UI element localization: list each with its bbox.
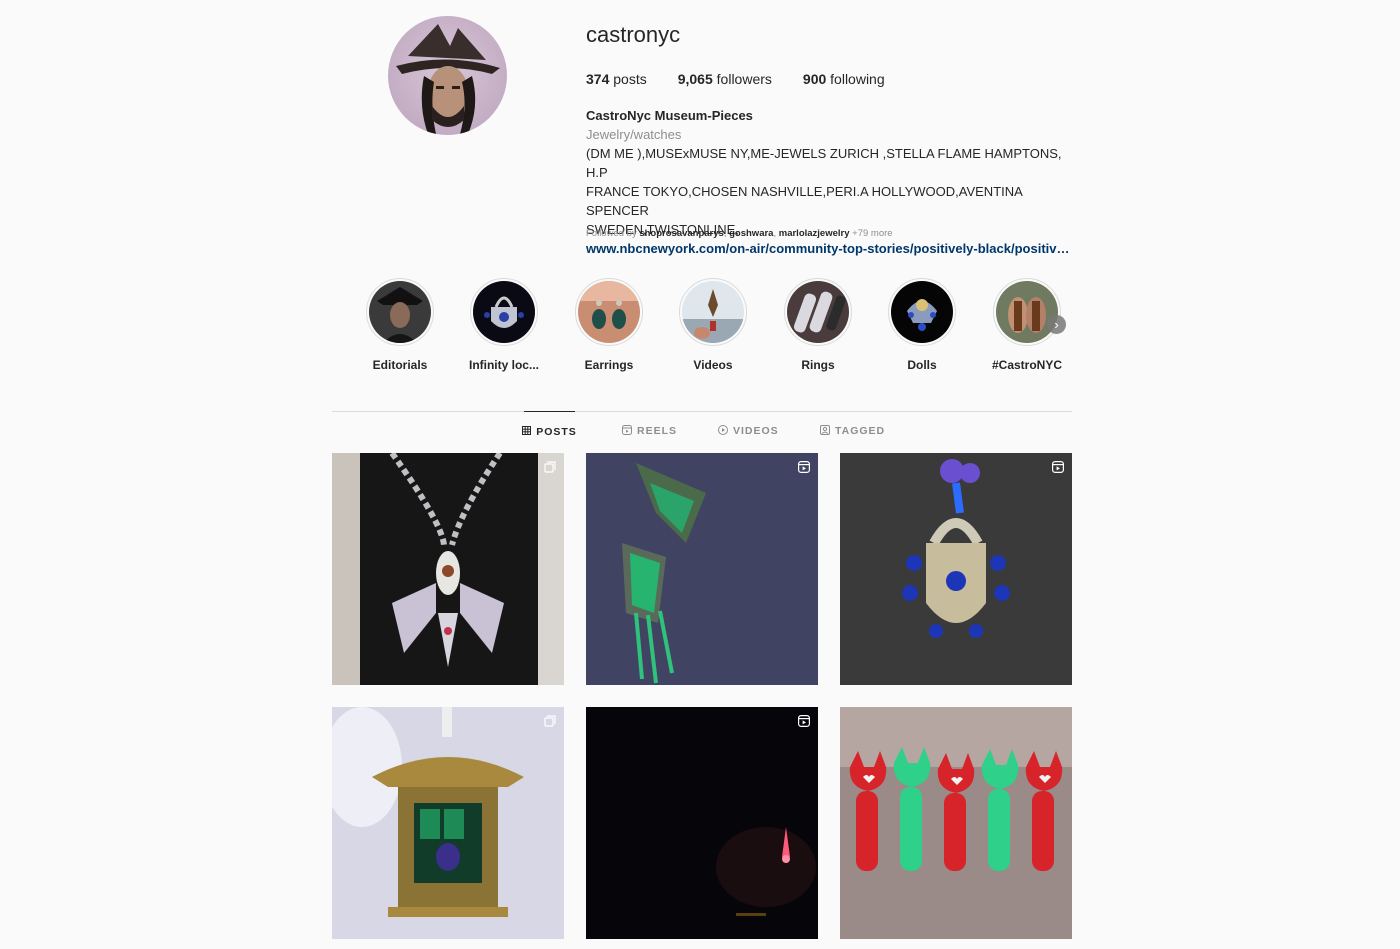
enamel-cats-image bbox=[840, 707, 1072, 939]
post-thumbnail[interactable] bbox=[332, 707, 564, 939]
profile-stats: 374 posts 9,065 followers 900 following bbox=[586, 71, 885, 87]
highlight-dolls[interactable]: Dolls bbox=[872, 278, 972, 372]
chevron-right-icon[interactable]: › bbox=[1047, 315, 1066, 334]
followed-by-user[interactable]: marlolazjewelry bbox=[779, 228, 850, 239]
necklace-image bbox=[332, 453, 564, 685]
highlight-label: Infinity loc... bbox=[468, 358, 539, 372]
highlight-thumbnail bbox=[473, 281, 535, 343]
posts-stat: 374 posts bbox=[586, 71, 647, 87]
tab-tagged[interactable]: TAGGED bbox=[820, 411, 885, 451]
highlight-thumbnail bbox=[891, 281, 953, 343]
highlight-label: Dolls bbox=[907, 358, 937, 372]
carousel-icon bbox=[544, 715, 556, 727]
post-thumbnail[interactable] bbox=[840, 707, 1072, 939]
followers-stat[interactable]: 9,065 followers bbox=[678, 71, 772, 87]
tab-label: POSTS bbox=[536, 426, 577, 438]
pagoda-pendant-image bbox=[332, 707, 564, 939]
highlight-thumbnail bbox=[996, 281, 1058, 343]
avatar-portrait-image bbox=[396, 24, 500, 134]
profile-avatar[interactable] bbox=[388, 16, 507, 135]
profile-tabs: POSTS REELS VIDEOS TAGGED bbox=[332, 411, 1072, 451]
tab-label: VIDEOS bbox=[733, 425, 779, 437]
highlight-videos[interactable]: Videos bbox=[663, 278, 763, 372]
followed-by-prefix: Followed by bbox=[586, 228, 637, 239]
post-thumbnail[interactable] bbox=[332, 453, 564, 685]
bio-category: Jewelry/watches bbox=[586, 127, 682, 142]
highlight-thumbnail bbox=[682, 281, 744, 343]
following-stat[interactable]: 900 following bbox=[803, 71, 885, 87]
post-thumbnail[interactable] bbox=[586, 453, 818, 685]
carousel-icon bbox=[544, 461, 556, 473]
highlight-label: Editorials bbox=[372, 358, 428, 372]
highlight-label: #CastroNYC bbox=[991, 358, 1063, 372]
tag-icon bbox=[820, 424, 830, 438]
highlight-label: Earrings bbox=[584, 358, 634, 372]
reels-icon bbox=[1052, 461, 1064, 473]
profile-username: castronyc bbox=[586, 22, 681, 47]
followed-by-more[interactable]: +79 more bbox=[852, 228, 892, 239]
tab-videos[interactable]: VIDEOS bbox=[718, 411, 779, 451]
reels-icon bbox=[798, 715, 810, 727]
post-thumbnail[interactable] bbox=[586, 707, 818, 939]
tab-label: TAGGED bbox=[835, 425, 886, 437]
followed-by[interactable]: Followed by shoprosavanparys, goshwara, … bbox=[586, 228, 893, 239]
followed-by-user[interactable]: goshwara bbox=[729, 228, 773, 239]
bio-text-line: FRANCE TOKYO,CHOSEN NASHVILLE,PERI.A HOL… bbox=[586, 184, 1023, 218]
highlight-label: Videos bbox=[693, 358, 733, 372]
highlight-thumbnail bbox=[369, 281, 431, 343]
highlight-editorials[interactable]: Editorials bbox=[350, 278, 450, 372]
emerald-earring-image bbox=[586, 453, 818, 685]
tab-posts[interactable]: POSTS bbox=[522, 411, 577, 452]
story-highlights: Editorials Infinity loc... Earrings Vide… bbox=[350, 278, 1080, 378]
highlight-earrings[interactable]: Earrings bbox=[559, 278, 659, 372]
bio-name: CastroNyc Museum-Pieces bbox=[586, 108, 753, 123]
bio-text-line: (DM ME ),MUSExMUSE NY,ME-JEWELS ZURICH ,… bbox=[586, 146, 1062, 180]
post-thumbnail[interactable] bbox=[840, 453, 1072, 685]
padlock-image bbox=[840, 453, 1072, 685]
dark-video-image bbox=[586, 707, 818, 939]
followed-by-user[interactable]: shoprosavanparys bbox=[639, 228, 723, 239]
reels-icon bbox=[622, 424, 632, 438]
highlight-infinity-loc[interactable]: Infinity loc... bbox=[454, 278, 554, 372]
reels-icon bbox=[798, 461, 810, 473]
tab-label: REELS bbox=[637, 425, 678, 437]
bio-link[interactable]: www.nbcnewyork.com/on-air/community-top-… bbox=[586, 239, 1076, 258]
highlight-label: Rings bbox=[801, 358, 835, 372]
play-icon bbox=[718, 424, 728, 438]
highlight-thumbnail bbox=[578, 281, 640, 343]
grid-icon bbox=[522, 426, 532, 438]
tab-reels[interactable]: REELS bbox=[622, 411, 677, 451]
highlight-rings[interactable]: Rings bbox=[768, 278, 868, 372]
highlight-thumbnail bbox=[787, 281, 849, 343]
